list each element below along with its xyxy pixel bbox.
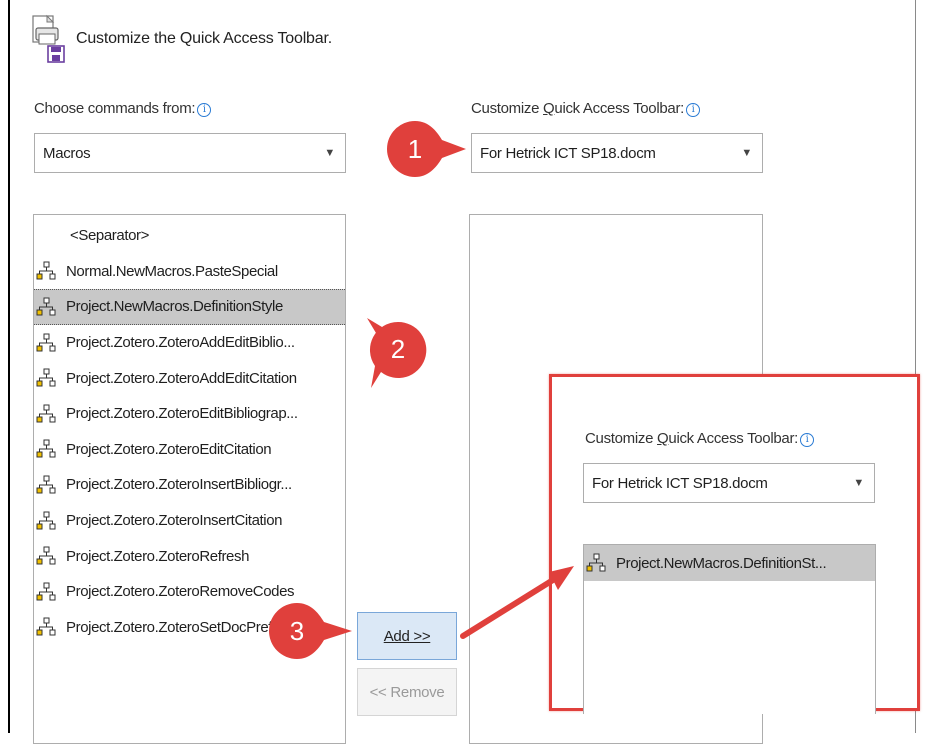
zoomed-inset: Customize Quick Access Toolbar: i For Het… <box>549 374 920 714</box>
inset-label-accesskey: Q <box>657 430 669 447</box>
add-button-label: Add >> <box>383 627 431 645</box>
macro-icon <box>36 582 56 601</box>
list-item-label: Project.Zotero.ZoteroRemoveCodes <box>66 583 295 601</box>
list-item-label: Project.Zotero.ZoteroAddEditBiblio... <box>66 334 295 352</box>
info-icon[interactable]: i <box>800 433 815 447</box>
commands-list[interactable]: <Separator> Normal.NewMacros.PasteSpecial… <box>33 214 346 744</box>
macro-icon <box>36 475 56 494</box>
list-item-label: Project.Zotero.ZoteroEditCitation <box>66 440 272 458</box>
macro-icon <box>36 546 56 565</box>
macro-icon <box>36 261 56 280</box>
macro-icon <box>36 617 56 636</box>
inset-list-item-label: Project.NewMacros.DefinitionSt... <box>616 554 827 572</box>
customize-toolbar-label-prefix: Customize <box>471 100 544 117</box>
inset-list-item[interactable]: Project.NewMacros.DefinitionSt... <box>584 545 875 581</box>
remove-button: << Remove <box>357 668 457 716</box>
inset-toolbar-list[interactable]: Project.NewMacros.DefinitionSt... <box>583 544 876 714</box>
list-item[interactable]: Project.Zotero.ZoteroEditBibliograp... <box>34 396 345 432</box>
macro-icon <box>36 404 56 423</box>
macro-icon <box>36 439 56 458</box>
callout-3: 3 <box>266 600 352 662</box>
inset-toolbar-value: For Hetrick ICT SP18.docm <box>592 474 768 492</box>
inset-customize-label: Customize Quick Access Toolbar: i <box>585 430 815 447</box>
list-item[interactable]: Project.Zotero.ZoteroRefresh <box>34 538 345 574</box>
customize-toolbar-label-accesskey: Q <box>543 100 555 117</box>
list-item-label: <Separator> <box>70 227 149 245</box>
list-item-label: Project.Zotero.ZoteroAddEditCitation <box>66 369 297 387</box>
macro-icon <box>36 333 56 352</box>
macro-icon <box>36 297 56 316</box>
list-item-label: Project.Zotero.ZoteroRefresh <box>66 547 250 565</box>
choose-commands-label: Choose commands from: i <box>34 100 212 117</box>
remove-button-label: << Remove <box>369 683 445 701</box>
choose-commands-label-text: Choose commands from: <box>34 100 196 117</box>
list-item-label: Project.Zotero.ZoteroInsertBibliogr... <box>66 476 292 494</box>
list-item-label: Project.NewMacros.DefinitionStyle <box>66 298 283 316</box>
customize-toolbar-value: For Hetrick ICT SP18.docm <box>480 144 656 162</box>
add-button[interactable]: Add >> <box>357 612 457 660</box>
dialog-title: Customize the Quick Access Toolbar. <box>76 30 332 47</box>
window-edge-left <box>8 0 10 733</box>
customize-toolbar-label-suffix: uick Access Toolbar: <box>554 100 685 117</box>
macro-icon <box>586 553 606 572</box>
list-item[interactable]: Project.Zotero.ZoteroAddEditBiblio... <box>34 325 345 361</box>
customize-toolbar-label: Customize Quick Access Toolbar: i <box>471 100 701 117</box>
choose-commands-value: Macros <box>43 144 91 162</box>
list-item[interactable]: Normal.NewMacros.PasteSpecial <box>34 254 345 290</box>
inset-toolbar-dropdown[interactable]: For Hetrick ICT SP18.docm ▼ <box>583 463 875 503</box>
dropdown-arrow-icon: ▼ <box>741 147 752 159</box>
info-icon[interactable]: i <box>197 103 212 117</box>
list-item-separator[interactable]: <Separator> <box>34 218 345 254</box>
callout-1: 1 <box>384 118 466 180</box>
list-item[interactable]: Project.Zotero.ZoteroAddEditCitation <box>34 360 345 396</box>
callout-2: 2 <box>367 318 429 388</box>
list-item-label: Project.Zotero.ZoteroEditBibliograp... <box>66 405 298 423</box>
list-item[interactable]: Project.Zotero.ZoteroEditCitation <box>34 432 345 468</box>
callout-2-number: 2 <box>390 333 406 364</box>
macro-icon <box>36 368 56 387</box>
info-icon[interactable]: i <box>686 103 701 117</box>
dropdown-arrow-icon: ▼ <box>324 147 335 159</box>
macro-icon <box>36 511 56 530</box>
list-item[interactable]: Project.Zotero.ZoteroInsertBibliogr... <box>34 467 345 503</box>
inset-label-prefix: Customize <box>585 430 658 447</box>
list-item[interactable]: Project.NewMacros.DefinitionStyle <box>34 289 345 325</box>
callout-3-number: 3 <box>289 615 305 646</box>
list-item[interactable]: Project.Zotero.ZoteroInsertCitation <box>34 503 345 539</box>
callout-1-number: 1 <box>407 133 423 164</box>
choose-commands-dropdown[interactable]: Macros ▼ <box>34 133 346 173</box>
list-item-label: Project.Zotero.ZoteroSetDocPrefs <box>66 618 280 636</box>
list-item-label: Normal.NewMacros.PasteSpecial <box>66 262 278 280</box>
customize-toolbar-dropdown[interactable]: For Hetrick ICT SP18.docm ▼ <box>471 133 763 173</box>
quick-access-toolbar-icon <box>30 14 68 64</box>
list-item-label: Project.Zotero.ZoteroInsertCitation <box>66 512 283 530</box>
dialog-header: Customize the Quick Access Toolbar. <box>30 14 332 64</box>
inset-label-suffix: uick Access Toolbar: <box>668 430 799 447</box>
dropdown-arrow-icon: ▼ <box>853 477 864 489</box>
